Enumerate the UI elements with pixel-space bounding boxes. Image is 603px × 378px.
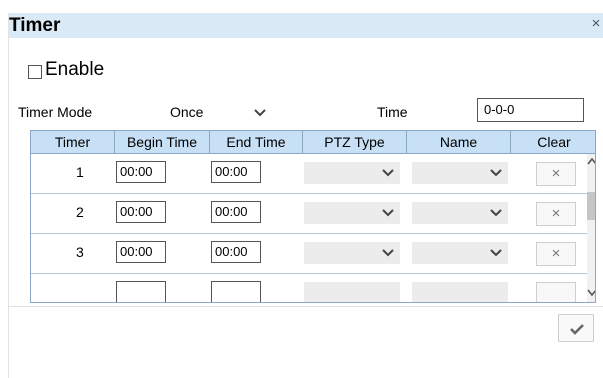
- clear-button[interactable]: ×: [536, 242, 576, 266]
- enable-checkbox[interactable]: [28, 64, 42, 79]
- table-scrollbar[interactable]: [587, 154, 596, 302]
- timer-table: Timer Begin Time End Time PTZ Type Name …: [30, 130, 596, 303]
- end-time-input[interactable]: 00:00: [211, 241, 261, 263]
- end-time-input[interactable]: 00:00: [211, 201, 261, 223]
- header-timer: Timer: [31, 131, 115, 153]
- end-time-input[interactable]: 00:00: [211, 161, 261, 183]
- table-row: [31, 274, 587, 302]
- chevron-down-icon: [490, 249, 502, 257]
- begin-time-input[interactable]: 00:00: [116, 201, 166, 223]
- table-row: 1 00:00 00:00 ×: [31, 154, 587, 194]
- ptz-type-select[interactable]: [304, 202, 400, 224]
- arrow-up-icon[interactable]: [587, 156, 596, 168]
- ptz-type-select[interactable]: [304, 242, 400, 264]
- timer-dialog: Timer × Enable Timer Mode Once Time 0-0-…: [8, 13, 603, 378]
- header-ptz-type: PTZ Type: [303, 131, 407, 153]
- chevron-down-icon: [490, 169, 502, 177]
- name-select[interactable]: [412, 282, 508, 302]
- table-header: Timer Begin Time End Time PTZ Type Name …: [31, 131, 595, 154]
- clear-button[interactable]: ×: [536, 202, 576, 226]
- timer-number: 2: [76, 204, 84, 220]
- enable-checkbox-row[interactable]: Enable: [28, 57, 104, 83]
- timer-mode-select[interactable]: Once: [168, 102, 271, 122]
- close-icon[interactable]: ×: [589, 16, 603, 32]
- name-select[interactable]: [412, 162, 508, 184]
- time-input[interactable]: 0-0-0: [477, 98, 584, 122]
- header-name: Name: [407, 131, 511, 153]
- divider: [8, 306, 603, 307]
- timer-number: 3: [76, 244, 84, 260]
- table-row: 3 00:00 00:00 ×: [31, 234, 587, 274]
- name-select[interactable]: [412, 202, 508, 224]
- checkmark-icon: [570, 324, 584, 335]
- header-clear: Clear: [537, 134, 571, 150]
- clear-button[interactable]: [536, 282, 576, 302]
- scrollbar-thumb[interactable]: [587, 192, 595, 220]
- arrow-down-icon[interactable]: [587, 286, 596, 298]
- header-begin-time: Begin Time: [115, 131, 210, 153]
- time-label: Time: [377, 104, 408, 120]
- title-bar: Timer ×: [8, 13, 603, 38]
- chevron-down-icon: [382, 249, 394, 257]
- name-select[interactable]: [412, 242, 508, 264]
- timer-mode-value: Once: [170, 104, 204, 120]
- table-row: 2 00:00 00:00 ×: [31, 194, 587, 234]
- enable-label: Enable: [45, 59, 105, 80]
- clear-button[interactable]: ×: [536, 162, 576, 186]
- end-time-input[interactable]: [211, 281, 261, 302]
- x-icon: ×: [551, 205, 561, 222]
- chevron-down-icon: [382, 209, 394, 217]
- header-end-time: End Time: [210, 131, 303, 153]
- timer-mode-label: Timer Mode: [18, 104, 93, 120]
- timer-number: 1: [76, 164, 84, 180]
- begin-time-input[interactable]: 00:00: [116, 161, 166, 183]
- x-icon: ×: [551, 165, 561, 182]
- ptz-type-select[interactable]: [304, 162, 400, 184]
- dialog-title: Timer: [9, 15, 61, 36]
- chevron-down-icon: [382, 169, 394, 177]
- confirm-button[interactable]: [558, 314, 594, 342]
- begin-time-input[interactable]: 00:00: [116, 241, 166, 263]
- x-icon: ×: [551, 245, 561, 262]
- chevron-down-icon: [490, 209, 502, 217]
- chevron-down-icon: [254, 109, 266, 117]
- ptz-type-select[interactable]: [304, 282, 400, 302]
- begin-time-input[interactable]: [116, 281, 166, 302]
